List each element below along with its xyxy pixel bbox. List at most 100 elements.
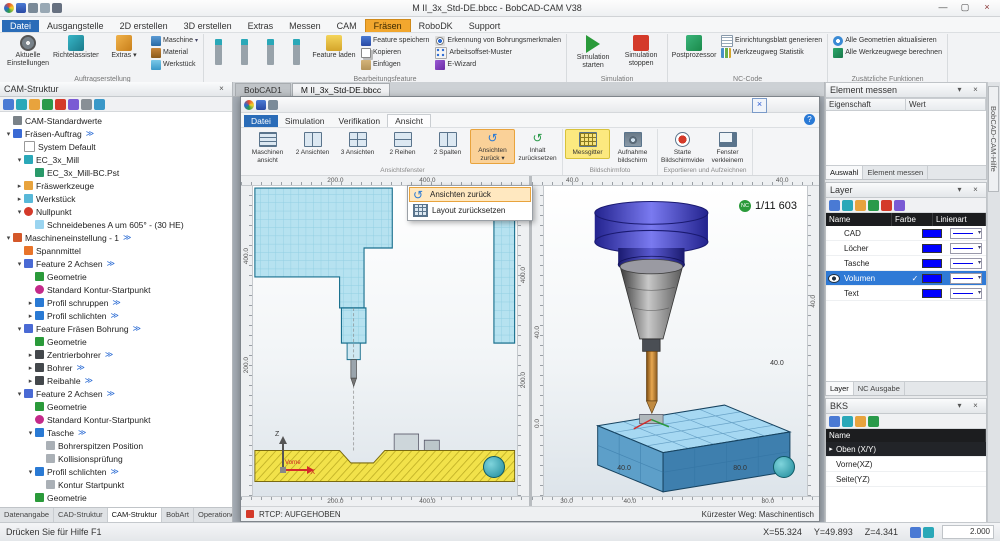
sim-button-inhalt-zur-cksetzen[interactable]: Inhalt zurücksetzen bbox=[515, 129, 560, 164]
ribbon-button-erkennung-von-bohrungsmerkmalen[interactable]: Erkennung von Bohrungsmerkmalen bbox=[433, 35, 563, 46]
expand-chevron-icon[interactable]: ≫ bbox=[107, 389, 115, 398]
layer-row-text[interactable]: Text bbox=[826, 286, 986, 301]
ribbon-button-richtelassistent[interactable]: Richtelassistent bbox=[53, 34, 99, 61]
tree-item-nullpunkt[interactable]: ▾Nullpunkt bbox=[0, 205, 232, 218]
expand-chevron-icon[interactable]: ≫ bbox=[78, 428, 86, 437]
sim-button-3-ansichten[interactable]: 3 Ansichten bbox=[335, 129, 380, 159]
tree-item-bohrer[interactable]: ▸Bohrer≫ bbox=[0, 361, 232, 374]
tree-expander-icon[interactable]: ▸ bbox=[26, 312, 35, 320]
tree-item-feature-fr-sen-bohrung[interactable]: ▾Feature Fräsen Bohrung≫ bbox=[0, 322, 232, 335]
filter-icon[interactable] bbox=[55, 99, 66, 110]
expand-chevron-icon[interactable]: ≫ bbox=[77, 363, 85, 372]
layer-row-volumen[interactable]: Volumen✓ bbox=[826, 271, 986, 286]
tree-item-system-default[interactable]: System Default bbox=[0, 140, 232, 153]
ribbon-button-einf-gen[interactable]: Einfügen bbox=[359, 59, 431, 70]
show-all-icon[interactable] bbox=[868, 200, 879, 211]
sim-button-2-spalten[interactable]: 2 Spalten bbox=[425, 129, 470, 159]
close-icon[interactable] bbox=[969, 84, 982, 97]
save-icon[interactable] bbox=[256, 100, 266, 110]
ribbon-tab-datei[interactable]: Datei bbox=[2, 20, 39, 32]
tree-item-feature-2-achsen[interactable]: ▾Feature 2 Achsen≫ bbox=[0, 257, 232, 270]
tree-item-fr-swerkzeuge[interactable]: ▸Fräswerkzeuge bbox=[0, 179, 232, 192]
minimize-button[interactable]: — bbox=[932, 1, 954, 15]
ribbon-button-mill-2[interactable] bbox=[233, 34, 257, 70]
maximize-button[interactable]: ▢ bbox=[954, 1, 976, 15]
ribbon-button-e-wizard[interactable]: E-Wizard bbox=[433, 59, 563, 70]
close-icon[interactable] bbox=[215, 83, 228, 96]
ribbon-button-kopieren[interactable]: Kopieren bbox=[359, 47, 431, 58]
color-swatch[interactable] bbox=[922, 244, 942, 253]
layer-row-l-cher[interactable]: Löcher bbox=[826, 241, 986, 256]
expand-chevron-icon[interactable]: ≫ bbox=[107, 259, 115, 268]
tree-item-reibahle[interactable]: ▸Reibahle≫ bbox=[0, 374, 232, 387]
tree-expander-icon[interactable]: ▾ bbox=[15, 208, 24, 216]
save-icon[interactable] bbox=[3, 99, 14, 110]
measure-tab-auswahl[interactable]: Auswahl bbox=[826, 166, 863, 179]
ribbon-tab-2d-erstellen[interactable]: 2D erstellen bbox=[112, 20, 176, 32]
panel-tab-cad-struktur[interactable]: CAD-Struktur bbox=[54, 508, 108, 523]
sim-button-fenster-verkleinern[interactable]: Fenster verkleinern bbox=[705, 129, 750, 166]
linetype-swatch[interactable] bbox=[950, 258, 982, 269]
edit-bks-icon[interactable] bbox=[842, 416, 853, 427]
panel-tab-bobart[interactable]: BobArt bbox=[162, 508, 194, 523]
tree-expander-icon[interactable]: ▾ bbox=[26, 429, 35, 437]
tree-expander-icon[interactable]: ▾ bbox=[4, 130, 13, 138]
tree-item-zentrierbohrer[interactable]: ▸Zentrierbohrer≫ bbox=[0, 348, 232, 361]
ribbon-button-material[interactable]: Material bbox=[149, 47, 200, 58]
ribbon-tab-messen[interactable]: Messen bbox=[281, 20, 329, 32]
layer-row-tasche[interactable]: Tasche bbox=[826, 256, 986, 271]
tree-expander-icon[interactable]: ▾ bbox=[4, 234, 13, 242]
expand-chevron-icon[interactable]: ≫ bbox=[86, 129, 94, 138]
tree-expander-icon[interactable]: ▸ bbox=[26, 299, 35, 307]
hide-all-icon[interactable] bbox=[881, 200, 892, 211]
collapse-all-icon[interactable] bbox=[42, 99, 53, 110]
close-button[interactable]: × bbox=[976, 1, 998, 15]
ribbon-button-feature-laden[interactable]: Feature laden bbox=[311, 34, 357, 61]
tree-item-geometrie[interactable]: Geometrie bbox=[0, 335, 232, 348]
bks-row-vorne-xz[interactable]: Vorne(XZ) bbox=[826, 457, 986, 472]
bobcad-logo-icon[interactable] bbox=[4, 3, 14, 13]
color-swatch[interactable] bbox=[922, 259, 942, 268]
tree-expander-icon[interactable]: ▾ bbox=[26, 468, 35, 476]
ribbon-button-mill-1[interactable] bbox=[207, 34, 231, 70]
sim-close-icon[interactable] bbox=[752, 98, 767, 113]
expand-chevron-icon[interactable]: ≫ bbox=[111, 467, 119, 476]
tree-expander-icon[interactable]: ▾ bbox=[15, 260, 24, 268]
sim-button-maschinen-ansicht[interactable]: Maschinen ansicht bbox=[245, 129, 290, 166]
ribbon-button-extras[interactable]: Extras ▾ bbox=[101, 34, 147, 61]
ribbon-button-werkzeugweg-statistik[interactable]: Werkzeugweg Statistik bbox=[719, 47, 824, 58]
post-icon[interactable] bbox=[81, 99, 92, 110]
tree-expander-icon[interactable]: ▸ bbox=[15, 182, 24, 190]
tree-item-geometrie[interactable]: Geometrie bbox=[0, 270, 232, 283]
bks-row-oben-x-y[interactable]: ▸Oben (X/Y) bbox=[826, 442, 986, 457]
layer-row-cad[interactable]: CAD bbox=[826, 226, 986, 241]
ribbon-tab-support[interactable]: Support bbox=[461, 20, 509, 32]
orientation-ball[interactable] bbox=[483, 456, 505, 478]
refresh-icon[interactable] bbox=[16, 99, 27, 110]
current-layer-icon[interactable] bbox=[855, 200, 866, 211]
tree-expander-icon[interactable]: ▸ bbox=[26, 377, 35, 385]
delete-bks-icon[interactable] bbox=[855, 416, 866, 427]
sim-button-2-reihen[interactable]: 2 Reihen bbox=[380, 129, 425, 159]
ribbon-button-simulation-starten[interactable]: Simulation starten bbox=[570, 34, 616, 71]
tree-item-profil-schlichten[interactable]: ▾Profil schlichten≫ bbox=[0, 465, 232, 478]
tree-item-bohrerspitzen-position[interactable]: Bohrerspitzen Position bbox=[0, 439, 232, 452]
measure-tab-element-messen[interactable]: Element messen bbox=[863, 166, 928, 179]
collapse-icon[interactable] bbox=[953, 184, 966, 197]
tree-item-feature-2-achsen[interactable]: ▾Feature 2 Achsen≫ bbox=[0, 387, 232, 400]
ribbon-button-alle-werkzeugwege-berechnen[interactable]: Alle Werkzeugwege berechnen bbox=[831, 47, 944, 58]
ribbon-button-werkst-ck[interactable]: Werkstück bbox=[149, 59, 200, 70]
tree-expander-icon[interactable]: ▸ bbox=[26, 364, 35, 372]
ribbon-button-feature-speichern[interactable]: Feature speichern bbox=[359, 35, 431, 46]
sim-tab-ansicht[interactable]: Ansicht bbox=[387, 114, 431, 127]
tree-item-fr-sen-auftrag[interactable]: ▾Fräsen-Auftrag≫ bbox=[0, 127, 232, 140]
tree-expander-icon[interactable]: ▾ bbox=[15, 325, 24, 333]
delete-layer-icon[interactable] bbox=[842, 200, 853, 211]
ribbon-button-simulation-stoppen[interactable]: Simulation stoppen bbox=[618, 34, 664, 69]
ribbon-button-postprozessor[interactable]: Postprozessor bbox=[671, 34, 717, 61]
ribbon-tab-extras[interactable]: Extras bbox=[240, 20, 282, 32]
sim-button-starte-bildschirmvideo[interactable]: Starte Bildschirmvideo bbox=[660, 129, 705, 166]
new-bks-icon[interactable] bbox=[829, 416, 840, 427]
tree-item-standard-kontur-startpunkt[interactable]: Standard Kontur-Startpunkt bbox=[0, 413, 232, 426]
ribbon-button-mill-4[interactable] bbox=[285, 34, 309, 70]
